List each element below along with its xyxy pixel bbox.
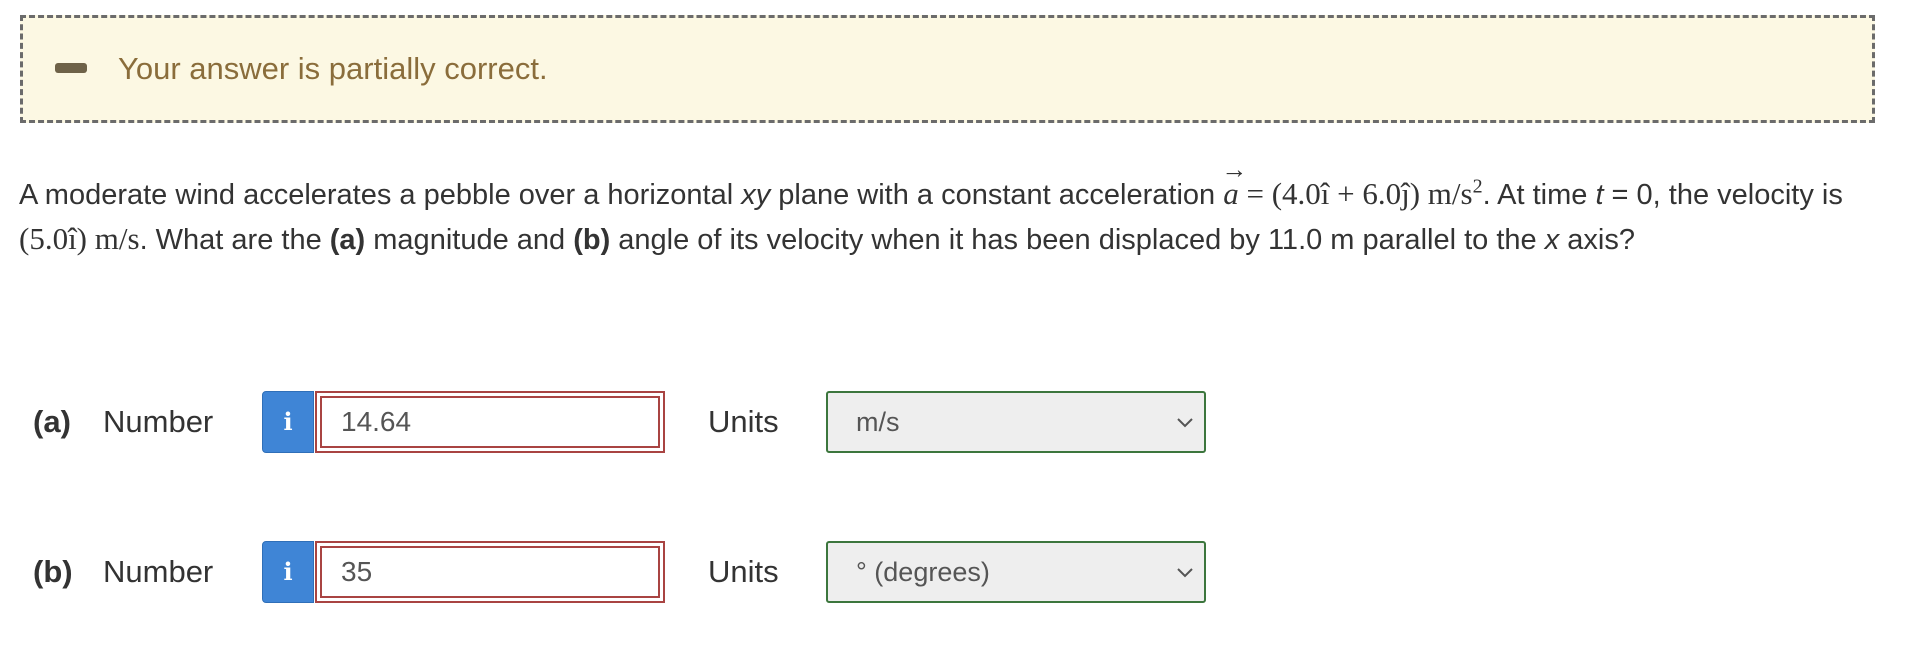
question-text-part: plane with a constant acceleration [770,179,1224,211]
units-select[interactable]: ° (degrees) [826,541,1206,603]
info-icon[interactable]: i [262,541,314,603]
number-input[interactable]: 35 [315,541,665,603]
part-label: (a) [33,404,71,439]
x-variable: x [1544,224,1560,256]
question-text-part: . What are the [139,224,330,256]
number-input[interactable]: 14.64 [315,391,665,453]
chevron-down-icon [1177,568,1193,578]
question-text-part: axis? [1559,224,1635,256]
units-select[interactable]: m/s [826,391,1206,453]
question-text-part: = 0, the velocity is [1603,179,1843,211]
acceleration-vector: a [1221,148,1246,216]
answer-row-a: (a) Number i 14.64 Units m/s [0,389,1932,455]
part-label: (b) [33,554,73,589]
number-value[interactable]: 35 [320,546,660,598]
number-value[interactable]: 14.64 [320,396,660,448]
info-icon[interactable]: i [262,391,314,453]
question-text-part: magnitude and [365,224,574,256]
number-label: Number [103,404,214,439]
part-b-ref: (b) [573,224,611,256]
acceleration-equation: a = (4.0î + 6.0ĵ) m/s2 [1221,148,1483,211]
xy-variable: xy [741,179,771,211]
question-text-part: . At time [1482,179,1596,211]
exponent: 2 [1472,175,1483,198]
minus-icon [55,63,87,73]
units-label: Units [708,554,779,589]
part-a-ref: (a) [329,224,366,256]
time-variable: t [1595,179,1604,211]
question-text-part: angle of its velocity when it has been d… [610,224,1545,256]
acceleration-value: = (4.0î + 6.0ĵ) m/s [1238,176,1473,211]
question-text: A moderate wind accelerates a pebble ove… [19,148,1879,262]
number-label: Number [103,554,214,589]
question-text-part: A moderate wind accelerates a pebble ove… [19,179,742,211]
velocity-value: (5.0î) m/s [19,221,140,256]
feedback-banner: Your answer is partially correct. [20,15,1875,123]
answer-row-b: (b) Number i 35 Units ° (degrees) [0,539,1932,605]
units-label: Units [708,404,779,439]
units-selected-value: ° (degrees) [856,557,990,587]
feedback-message: Your answer is partially correct. [118,51,548,86]
chevron-down-icon [1177,418,1193,428]
units-selected-value: m/s [856,407,900,437]
